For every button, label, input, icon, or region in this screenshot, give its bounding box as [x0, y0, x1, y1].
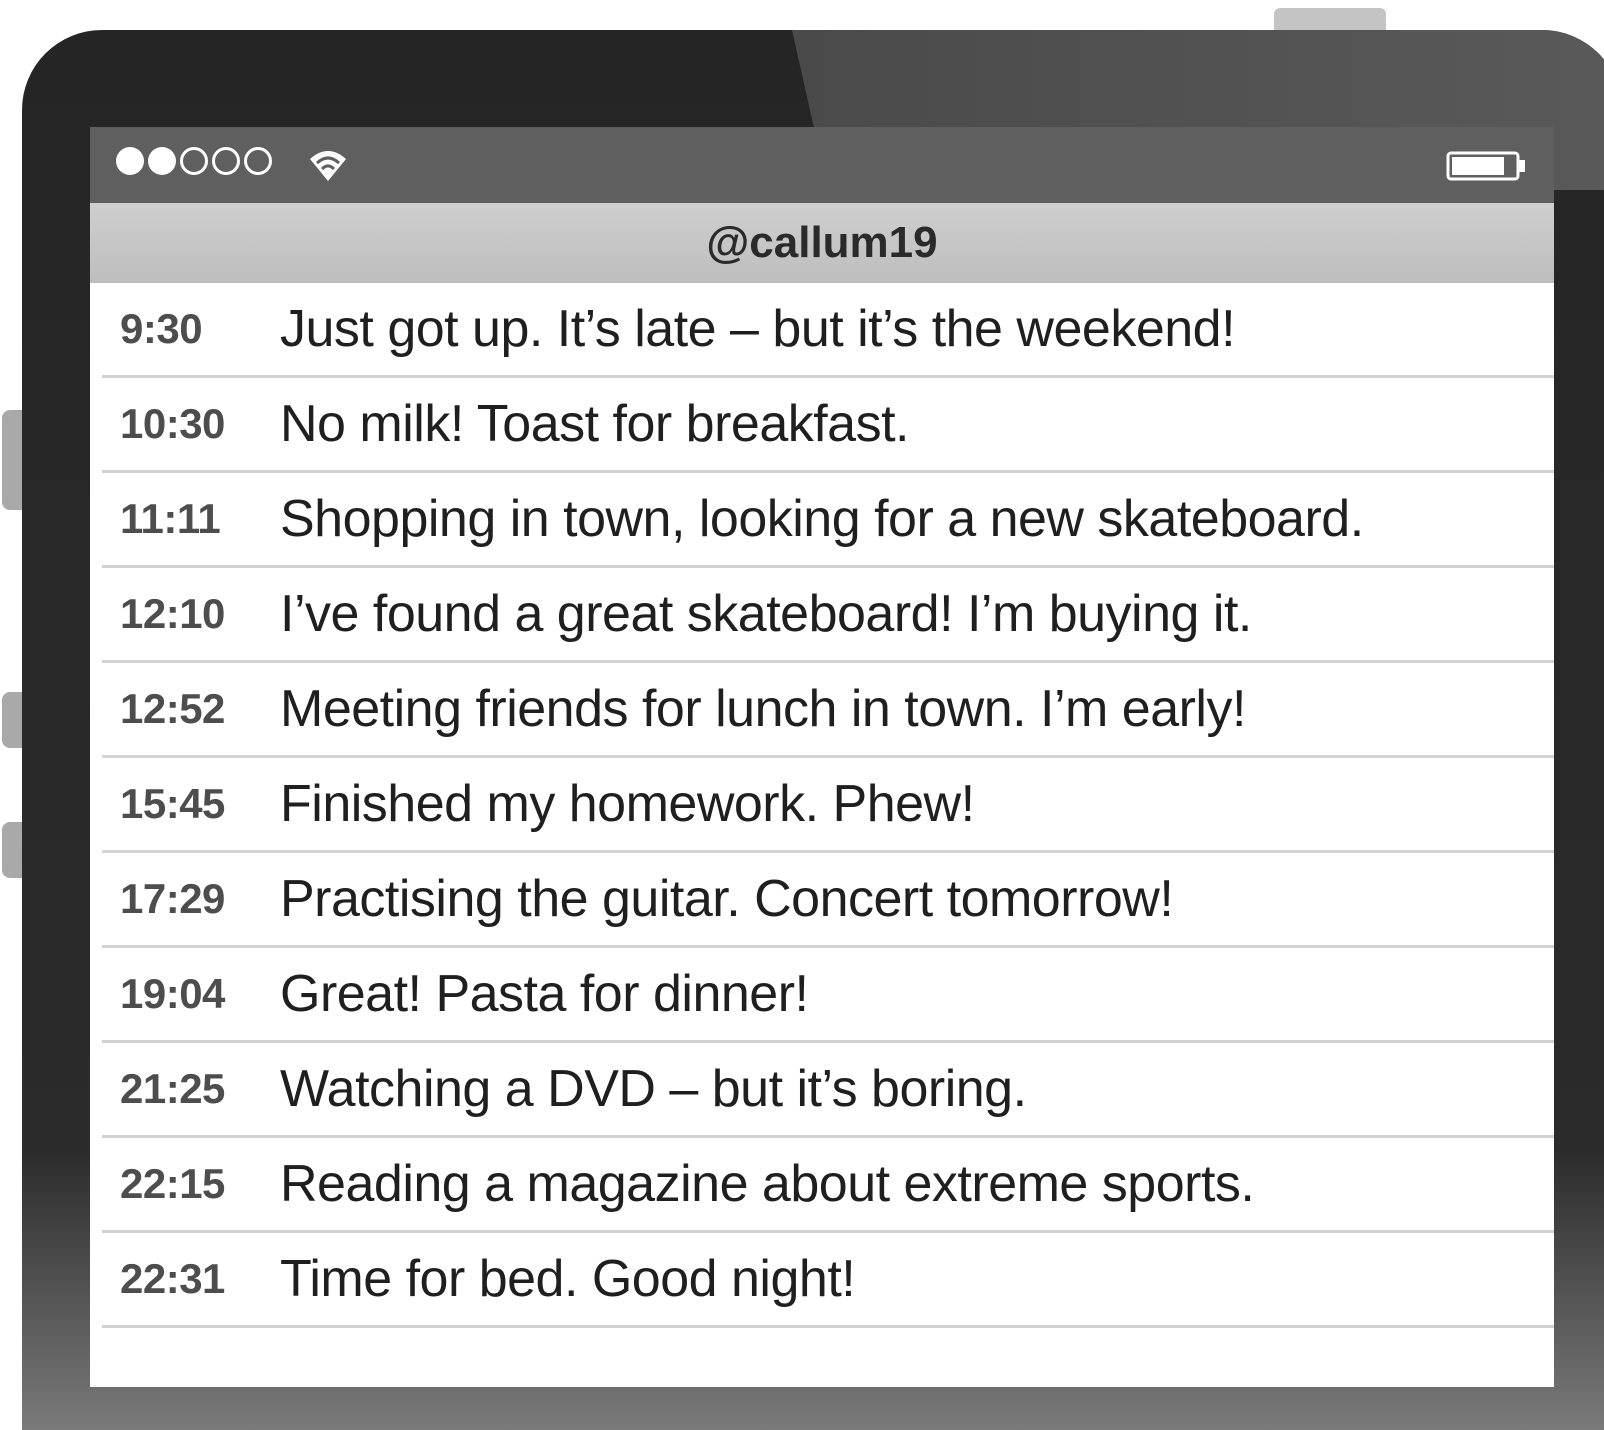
post-time: 22:15 — [120, 1160, 225, 1207]
post-row[interactable]: 9:30 Just got up. It’s late – but it’s th… — [102, 283, 1554, 378]
profile-handle: @callum19 — [90, 203, 1554, 283]
post-text: Watching a DVD – but it’s boring. — [280, 1060, 1027, 1118]
post-feed[interactable]: 9:30 Just got up. It’s late – but it’s th… — [90, 283, 1554, 1328]
wifi-icon — [310, 151, 346, 181]
post-time: 17:29 — [120, 875, 225, 922]
device-screen: @callum19 9:30 Just got up. It’s late – b… — [90, 127, 1554, 1387]
post-row[interactable]: 15:45 Finished my homework. Phew! — [102, 758, 1554, 853]
signal-dot-empty — [180, 147, 208, 175]
post-time: 19:04 — [120, 970, 225, 1017]
post-row[interactable]: 19:04 Great! Pasta for dinner! — [102, 948, 1554, 1043]
post-row[interactable]: 17:29 Practising the guitar. Concert tomo… — [102, 853, 1554, 948]
signal-dot-empty — [212, 147, 240, 175]
post-time: 9:30 — [120, 305, 203, 352]
post-text: Just got up. It’s late – but it’s the we… — [280, 300, 1236, 358]
post-time: 12:52 — [120, 685, 225, 732]
post-time: 11:11 — [120, 495, 221, 542]
post-text: Practising the guitar. Concert tomorrow! — [280, 870, 1174, 928]
status-bar — [90, 127, 1554, 203]
post-text: Great! Pasta for dinner! — [280, 965, 809, 1023]
post-row[interactable]: 12:52 Meeting friends for lunch in town. … — [102, 663, 1554, 758]
post-time: 21:25 — [120, 1065, 225, 1112]
signal-strength-icon — [116, 147, 272, 175]
post-text: Finished my homework. Phew! — [280, 775, 975, 833]
post-text: I’ve found a great skateboard! I’m buyin… — [280, 585, 1252, 643]
post-row[interactable]: 10:30 No milk! Toast for breakfast. — [102, 378, 1554, 473]
post-time: 15:45 — [120, 780, 225, 827]
post-row[interactable]: 12:10 I’ve found a great skateboard! I’m … — [102, 568, 1554, 663]
post-row[interactable]: 22:31 Time for bed. Good night! — [102, 1233, 1554, 1328]
battery-icon — [1446, 151, 1525, 181]
signal-dot-filled — [116, 147, 144, 175]
post-text: Reading a magazine about extreme sports. — [280, 1155, 1255, 1213]
signal-dot-filled — [148, 147, 176, 175]
post-time: 22:31 — [120, 1255, 225, 1302]
post-text: No milk! Toast for breakfast. — [280, 395, 910, 453]
post-row[interactable]: 11:11 Shopping in town, looking for a new… — [102, 473, 1554, 568]
post-text: Time for bed. Good night! — [280, 1250, 856, 1308]
tablet-device: @callum19 9:30 Just got up. It’s late – b… — [22, 30, 1604, 1430]
signal-dot-empty — [244, 147, 272, 175]
post-text: Meeting friends for lunch in town. I’m e… — [280, 680, 1246, 738]
post-text: Shopping in town, looking for a new skat… — [280, 490, 1364, 548]
post-time: 12:10 — [120, 590, 225, 637]
post-row[interactable]: 21:25 Watching a DVD – but it’s boring. — [102, 1043, 1554, 1138]
post-time: 10:30 — [120, 400, 225, 447]
post-row[interactable]: 22:15 Reading a magazine about extreme sp… — [102, 1138, 1554, 1233]
